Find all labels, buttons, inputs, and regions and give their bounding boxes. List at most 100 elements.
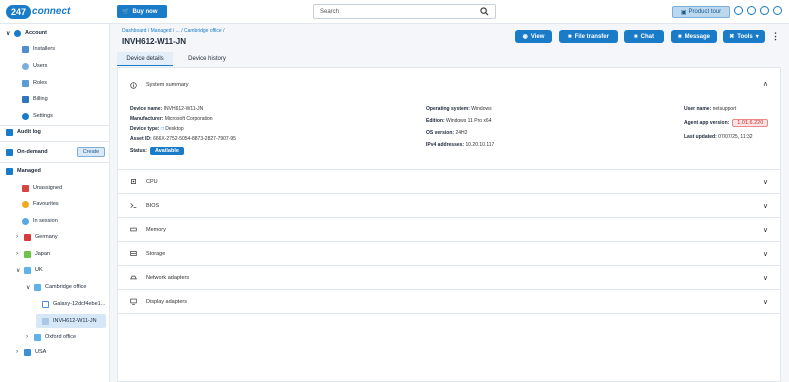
kv-key: Agent app version: (684, 120, 730, 126)
view-button[interactable]: ◉ View (515, 30, 552, 43)
sidebar-label: Account (25, 30, 47, 36)
kv-value: Windows (471, 106, 492, 112)
sidebar-label: Germany (35, 234, 58, 240)
logo-word: connect (32, 6, 71, 17)
theme-icon[interactable] (734, 6, 743, 15)
display-adapters-section[interactable]: Display adapters ∨ (118, 290, 780, 314)
chat-button[interactable]: ■ Chat (624, 30, 664, 43)
sidebar-item-invh612[interactable]: INVH612-W11-JN (36, 314, 106, 328)
status-row: Status: Available (130, 147, 184, 155)
app-logo[interactable]: 247 connect (6, 4, 70, 19)
sidebar-item-germany[interactable]: › Germany (16, 230, 58, 244)
sidebar-item-account[interactable]: ∨ Account (6, 26, 47, 40)
more-options-icon[interactable]: ⋮ (771, 31, 780, 42)
network-adapters-section[interactable]: Network adapters ∨ (118, 266, 780, 290)
search-icon[interactable] (480, 7, 489, 16)
installer-icon (22, 45, 29, 53)
search-input[interactable]: Search (313, 4, 496, 19)
sidebar-item-audit-log[interactable]: Audit log (6, 125, 41, 139)
device-icon (42, 300, 49, 308)
cpu-icon (131, 179, 136, 184)
breadcrumb[interactable]: Dashboard / Managed / ... / Cambridge of… (122, 28, 224, 34)
gear-icon (22, 112, 29, 120)
section-title: System summary (146, 82, 189, 88)
kv-value: 24H2 (455, 130, 468, 136)
sidebar-item-managed[interactable]: Managed (6, 164, 41, 178)
sidebar-label: Galaxy-12dcf4ebe1... (53, 301, 106, 307)
os-row: Operating system: Windows (426, 106, 492, 112)
tab-device-details[interactable]: Device details (117, 52, 173, 66)
roles-icon (22, 79, 29, 87)
device-details-panel: System summary ∧ Device name: INVH612-W1… (117, 67, 781, 382)
storage-section[interactable]: Storage ∨ (118, 242, 780, 266)
sidebar-item-oxford-office[interactable]: › Oxford office (26, 330, 76, 344)
sidebar-item-users[interactable]: Users (22, 59, 47, 73)
sidebar-item-roles[interactable]: Roles (22, 76, 47, 90)
sidebar-item-installers[interactable]: Installers (22, 42, 55, 56)
top-icons (734, 6, 782, 15)
sidebar-item-usa[interactable]: › USA (16, 345, 46, 359)
folder-icon (24, 233, 31, 241)
sidebar-item-in-session[interactable]: In session (22, 214, 58, 228)
create-button[interactable]: Create (77, 147, 105, 157)
sidebar-item-settings[interactable]: Settings (22, 109, 53, 123)
chevron-right-icon: › (26, 334, 28, 340)
sidebar-item-uk[interactable]: ∨ UK (16, 263, 43, 277)
message-icon: ■ (678, 33, 682, 40)
managed-icon (6, 167, 13, 175)
sidebar-item-billing[interactable]: Billing (22, 92, 48, 106)
memory-section[interactable]: Memory ∨ (118, 218, 780, 242)
sidebar-item-favourites[interactable]: Favourites (22, 197, 59, 211)
product-tour-button[interactable]: ▣ Product tour (672, 6, 730, 18)
kv-key: IPv4 addresses: (426, 142, 465, 148)
sidebar-label: Settings (33, 113, 53, 119)
contrast-icon[interactable] (747, 6, 756, 15)
section-title: CPU (146, 178, 158, 185)
sidebar-item-galaxy[interactable]: Galaxy-12dcf4ebe1... (42, 297, 105, 311)
help-icon[interactable] (760, 6, 769, 15)
system-summary-header[interactable]: System summary ∧ (118, 68, 780, 104)
sidebar-item-unassigned[interactable]: Unassigned (22, 181, 62, 195)
kv-value: Desktop (165, 126, 184, 132)
file-transfer-label: File transfer (574, 33, 609, 40)
chevron-down-icon: ∨ (762, 298, 768, 306)
system-summary-section: System summary ∧ Device name: INVH612-W1… (118, 68, 780, 170)
buy-now-button[interactable]: 🛒 Buy now (117, 5, 167, 18)
info-icon (130, 82, 137, 89)
folder-icon (24, 266, 31, 274)
sidebar-item-cambridge-office[interactable]: ∨ Cambridge office (26, 280, 86, 294)
os-version-row: OS version: 24H2 (426, 130, 467, 136)
storage-icon (130, 251, 137, 256)
settings-icon[interactable] (773, 6, 782, 15)
sidebar-label: In session (33, 218, 58, 224)
chevron-down-icon: ∨ (762, 274, 768, 282)
kv-value: netsupport (712, 106, 737, 112)
sidebar-label: Unassigned (33, 185, 63, 191)
chevron-down-icon: ∨ (762, 226, 768, 234)
kv-key: Asset ID: (130, 136, 152, 142)
folder-icon: ■ (568, 33, 572, 40)
eye-icon: ◉ (522, 34, 528, 40)
sidebar-label: USA (35, 349, 47, 355)
sidebar-item-on-demand[interactable]: On-demand (6, 145, 48, 159)
star-icon (22, 200, 29, 208)
device-type-row: Device type: □ Desktop (130, 126, 184, 132)
bios-section[interactable]: BIOS ∨ (118, 194, 780, 218)
desktop-icon: □ (160, 126, 164, 132)
cpu-section[interactable]: CPU ∨ (118, 170, 780, 194)
kv-key: Device type: (130, 126, 160, 132)
sidebar-item-japan[interactable]: › Japan (16, 247, 50, 261)
divider (0, 141, 110, 142)
file-transfer-button[interactable]: ■ File transfer (559, 30, 618, 43)
tab-device-history[interactable]: Device history (177, 52, 237, 66)
chevron-right-icon: › (16, 349, 18, 355)
kv-key: Operating system: (426, 106, 470, 112)
kv-value: 666X-2752-5054-8873-2827-7907-95 (153, 136, 236, 142)
message-button[interactable]: ■ Message (671, 30, 717, 43)
kv-value: INVH612-W11-JN (163, 106, 204, 112)
section-title: Display adapters (146, 298, 187, 305)
sidebar-label: Users (33, 63, 48, 69)
kv-key: Device name: (130, 106, 163, 112)
edition-row: Edition: Windows 11 Pro x64 (426, 118, 491, 124)
tools-button[interactable]: ✖ Tools ▾ (723, 30, 765, 43)
